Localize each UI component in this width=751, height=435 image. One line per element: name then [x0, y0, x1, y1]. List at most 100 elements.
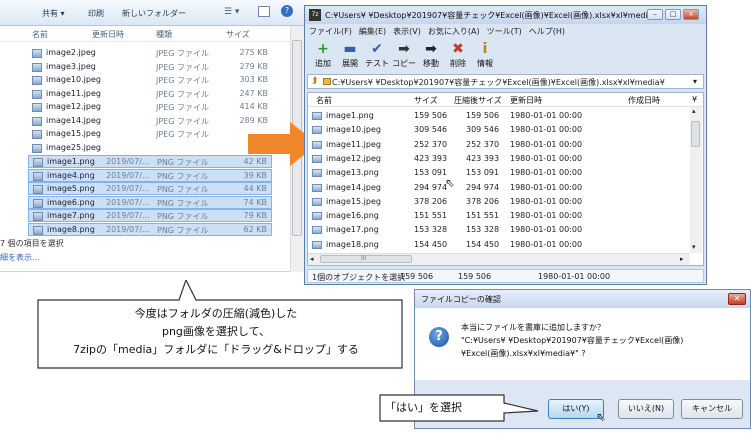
dialog-close-button[interactable]: ✕	[728, 293, 746, 305]
file-date: 2019/07/...	[106, 197, 150, 207]
menu-item[interactable]: ヘルプ(H)	[529, 26, 565, 37]
file-icon	[33, 171, 43, 181]
vertical-scroll-thumb[interactable]	[691, 121, 700, 147]
folder-up-icon[interactable]: ⮭	[312, 76, 317, 86]
tool-label: 移動	[423, 59, 439, 68]
file-icon	[32, 76, 42, 85]
file-icon	[312, 126, 322, 135]
file-name: image5.png	[47, 184, 95, 193]
column-name[interactable]: 名前	[32, 29, 48, 40]
tool-button-1[interactable]: ▬ 展開	[336, 40, 364, 69]
file-row[interactable]: image3.jpeg JPEG ファイル 279 KB	[28, 61, 272, 74]
info-icon: i	[482, 41, 488, 57]
menu-item[interactable]: ファイル(F)	[309, 26, 352, 37]
file-icon	[312, 154, 322, 163]
tool-button-2[interactable]: ✔ テスト	[363, 40, 391, 69]
file-row[interactable]: image2.jpeg JPEG ファイル 275 KB	[28, 47, 272, 60]
menu-item[interactable]: お気に入り(A)	[428, 26, 480, 37]
row-name: image16.png	[326, 211, 379, 221]
file-type: JPEG ファイル	[156, 76, 209, 85]
7zip-address-bar[interactable]: ⮭ C:¥Users¥ ¥Desktop¥201907¥容量チェック¥Excel…	[307, 74, 704, 89]
new-folder-button[interactable]: 新しいフォルダー	[122, 8, 186, 19]
file-icon	[33, 158, 43, 167]
tool-button-0[interactable]: + 追加	[309, 40, 337, 69]
maximize-button[interactable]: □	[665, 9, 681, 20]
address-dropdown-icon[interactable]: ▾	[693, 77, 697, 86]
preview-pane-icon[interactable]	[258, 6, 270, 17]
file-row[interactable]: image1.png 2019/07/... PNG ファイル 42 KB	[28, 155, 272, 168]
file-icon	[312, 169, 322, 178]
file-row[interactable]: image11.jpeg JPEG ファイル 247 KB	[28, 88, 272, 101]
file-row[interactable]: image12.jpeg JPEG ファイル 414 KB	[28, 101, 272, 114]
menu-item[interactable]: 編集(E)	[359, 26, 386, 37]
archive-row[interactable]: image15.jpeg 378 206 378 206 1980-01-01 00:…	[308, 195, 690, 209]
file-type: PNG ファイル	[157, 212, 209, 221]
row-modified: 1980-01-01 00:00	[510, 239, 583, 249]
file-row[interactable]: image15.jpeg JPEG ファイル	[28, 128, 272, 141]
archive-row[interactable]: image17.png 153 328 153 328 1980-01-01 00:0…	[308, 223, 690, 237]
scroll-right-icon[interactable]: ▸	[680, 255, 684, 263]
column-date[interactable]: 更新日時	[92, 29, 124, 40]
file-row[interactable]: image4.png 2019/07/... PNG ファイル 39 KB	[28, 168, 272, 182]
help-icon[interactable]: ?	[281, 5, 293, 17]
7zip-vertical-scrollbar[interactable]: ▴ ▾	[690, 107, 702, 253]
column-size[interactable]: サイズ	[414, 95, 438, 106]
tool-label: テスト	[365, 59, 389, 68]
file-row[interactable]: image7.png 2019/07/... PNG ファイル 79 KB	[28, 209, 272, 222]
scroll-down-icon[interactable]: ▾	[692, 243, 696, 251]
file-row[interactable]: image6.png 2019/07/... PNG ファイル 74 KB	[28, 195, 272, 209]
tool-button-3[interactable]: ➡ コピー	[390, 40, 418, 69]
column-size[interactable]: サイズ	[226, 29, 250, 40]
file-row[interactable]: image14.jpeg JPEG ファイル 289 KB	[28, 115, 272, 128]
file-size: 275 KB	[239, 48, 268, 57]
minimize-button[interactable]: –	[647, 9, 663, 20]
menu-item[interactable]: ツール(T)	[487, 26, 522, 37]
print-button[interactable]: 印刷	[88, 8, 104, 19]
column-created[interactable]: 作成日時	[628, 95, 660, 106]
menu-item[interactable]: 表示(V)	[393, 26, 421, 37]
7zip-address-text[interactable]: C:¥Users¥ ¥Desktop¥201907¥容量チェック¥Excel(画…	[332, 77, 665, 88]
cancel-button[interactable]: キャンセル	[681, 399, 743, 419]
share-button[interactable]: 共有 ▾	[42, 8, 65, 19]
dialog-body: ? 本当にファイルを書庫に追加しますか？ "C:¥Users¥ ¥Desktop…	[415, 308, 750, 380]
scroll-left-icon[interactable]: ◂	[310, 255, 314, 263]
column-packed-size[interactable]: 圧縮後サイズ	[454, 95, 502, 106]
dialog-title: ファイルコピーの確認	[421, 295, 501, 304]
tool-label: 追加	[315, 59, 331, 68]
columns-overflow-icon[interactable]: ¥	[692, 95, 697, 104]
archive-row[interactable]: image12.jpeg 423 393 423 393 1980-01-01 00:…	[308, 152, 690, 166]
archive-row[interactable]: image13.png 153 091 153 091 1980-01-01 00:0…	[308, 166, 690, 180]
file-row[interactable]: image8.png 2019/07/... PNG ファイル 62 KB	[28, 222, 272, 236]
tool-button-4[interactable]: ➡ 移動	[417, 40, 445, 69]
column-name[interactable]: 名前	[316, 95, 332, 106]
file-icon	[33, 185, 43, 194]
row-packed: 294 974	[466, 182, 500, 192]
delete-icon: ✖	[452, 41, 464, 57]
archive-row[interactable]: image16.png 151 551 151 551 1980-01-01 00:0…	[308, 209, 690, 223]
explorer-details-link[interactable]: 細を表示...	[0, 252, 40, 263]
row-modified: 1980-01-01 00:00	[510, 211, 583, 221]
archive-row[interactable]: image1.png 159 506 159 506 1980-01-01 00:00	[308, 109, 690, 123]
scroll-up-icon[interactable]: ▴	[692, 107, 696, 115]
tool-button-5[interactable]: ✖ 削除	[444, 40, 472, 69]
file-row[interactable]: image25.jpeg	[28, 142, 272, 155]
column-modified[interactable]: 更新日時	[510, 95, 542, 106]
archive-row[interactable]: image11.jpeg 252 370 252 370 1980-01-01 00:…	[308, 138, 690, 152]
close-button[interactable]: ×	[683, 9, 699, 20]
column-type[interactable]: 種類	[156, 29, 172, 40]
archive-row[interactable]: image10.jpeg 309 546 309 546 1980-01-01 00:…	[308, 123, 690, 137]
file-type: JPEG ファイル	[156, 130, 209, 139]
file-row[interactable]: image5.png 2019/07/... PNG ファイル 44 KB	[28, 182, 272, 195]
archive-row[interactable]: image18.png 154 450 154 450 1980-01-01 00:0…	[308, 238, 690, 252]
file-row[interactable]: image10.jpeg JPEG ファイル 303 KB	[28, 74, 272, 87]
no-button[interactable]: いいえ(N)	[618, 399, 674, 419]
horizontal-scroll-thumb[interactable]: III	[320, 255, 412, 263]
file-name: image15.jpeg	[46, 129, 101, 138]
file-name: image25.jpeg	[46, 142, 101, 152]
archive-row[interactable]: image14.jpeg 294 974 294 974 1980-01-01 00:…	[308, 181, 690, 195]
tool-button-6[interactable]: i 情報	[471, 40, 499, 69]
file-name: image12.jpeg	[46, 102, 101, 111]
add-icon: +	[317, 41, 329, 57]
row-size: 294 974	[414, 182, 448, 192]
view-menu-icon[interactable]: ☰ ▾	[224, 7, 239, 17]
